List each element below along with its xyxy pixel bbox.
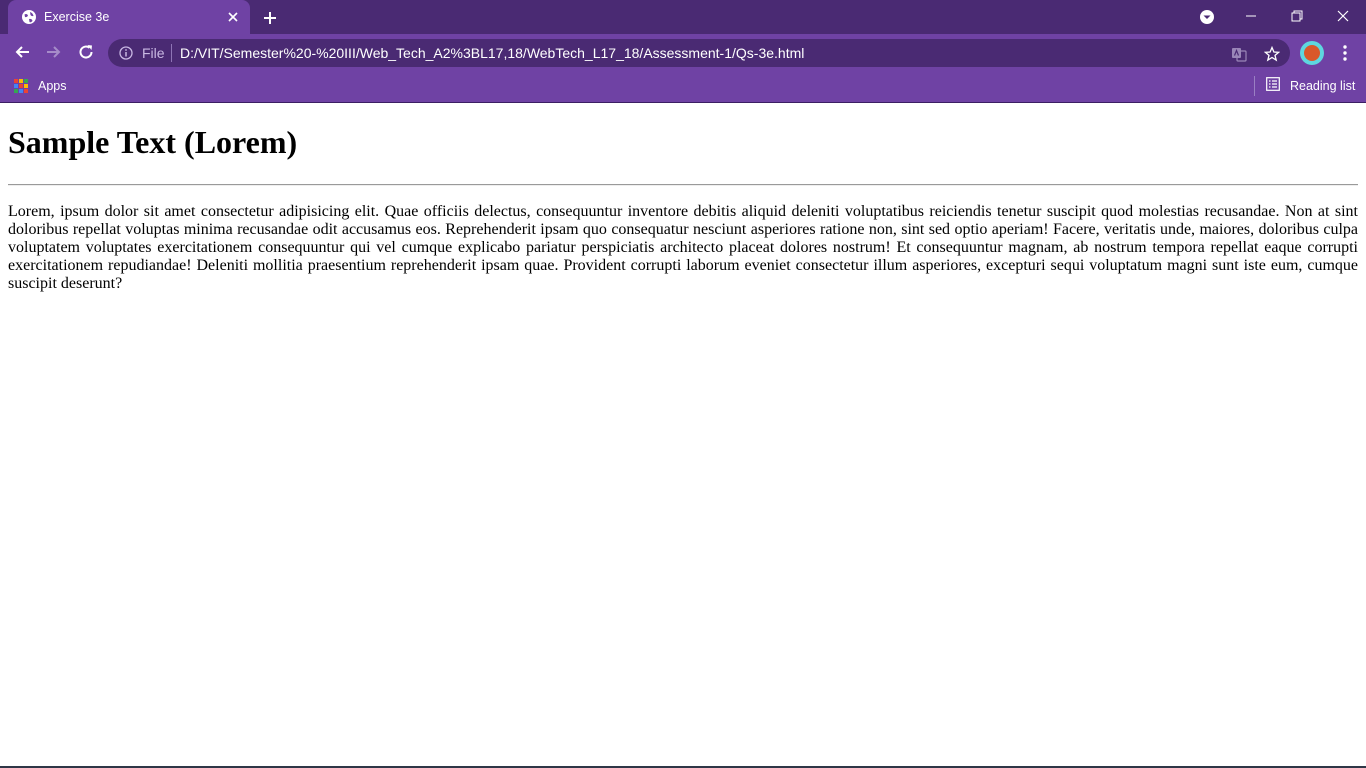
bookmarks-bar: Apps Reading list <box>0 70 1366 102</box>
reading-list-icon <box>1266 76 1280 96</box>
translate-icon[interactable] <box>1230 45 1248 63</box>
more-menu-icon[interactable] <box>1336 41 1354 65</box>
forward-arrow-icon[interactable] <box>41 39 67 65</box>
horizontal-rule <box>8 184 1358 186</box>
tab-close-icon[interactable] <box>224 8 242 26</box>
title-bar: Exercise 3e <box>0 0 1366 34</box>
reload-icon[interactable] <box>73 39 99 65</box>
url-text[interactable]: D:/VIT/Semester%20-%20III/Web_Tech_A2%3B… <box>180 45 804 61</box>
address-separator <box>171 44 172 62</box>
minimize-icon[interactable] <box>1228 0 1274 32</box>
apps-label: Apps <box>38 79 67 93</box>
lorem-paragraph: Lorem, ipsum dolor sit amet consectetur … <box>8 203 1358 292</box>
profile-avatar-icon[interactable] <box>1300 41 1324 65</box>
address-bar[interactable]: File D:/VIT/Semester%20-%20III/Web_Tech_… <box>108 39 1290 67</box>
avatar-image <box>1304 45 1320 61</box>
restore-icon[interactable] <box>1274 0 1320 32</box>
bookmark-star-icon[interactable] <box>1263 45 1281 63</box>
info-icon[interactable] <box>119 46 133 60</box>
page-content: Sample Text (Lorem) Lorem, ipsum dolor s… <box>0 103 1366 766</box>
browser-toolbar: File D:/VIT/Semester%20-%20III/Web_Tech_… <box>0 34 1366 70</box>
tab-title: Exercise 3e <box>44 10 110 24</box>
reading-list-label: Reading list <box>1290 79 1356 93</box>
file-scheme-label: File <box>142 45 165 61</box>
apps-grid-icon <box>14 79 28 93</box>
globe-icon <box>21 9 37 25</box>
bookmarks-separator <box>1254 76 1255 96</box>
tab-search-icon[interactable] <box>1196 6 1218 28</box>
new-tab-plus-icon[interactable] <box>259 7 281 29</box>
reading-list-button[interactable]: Reading list <box>1266 76 1356 96</box>
back-arrow-icon[interactable] <box>9 39 35 65</box>
page-heading: Sample Text (Lorem) <box>8 124 298 160</box>
tab-exercise-3e[interactable]: Exercise 3e <box>8 0 250 34</box>
close-window-icon[interactable] <box>1320 0 1366 32</box>
apps-shortcut[interactable]: Apps <box>14 77 67 95</box>
